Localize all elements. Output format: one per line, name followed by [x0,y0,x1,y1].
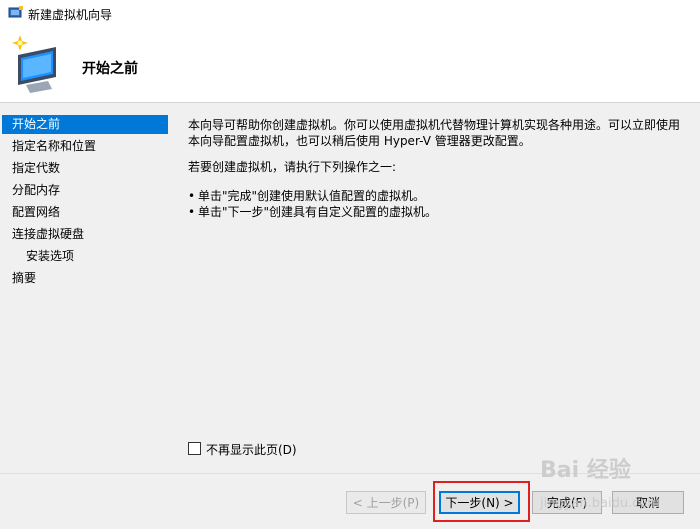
intro-text: 本向导可帮助你创建虚拟机。你可以使用虚拟机代替物理计算机实现各种用途。可以立即使… [188,118,681,148]
page-title: 开始之前 [82,61,138,77]
dont-show-again-label[interactable]: 不再显示此页(D) [206,441,297,458]
previous-button[interactable]: < 上一步(P) [346,491,426,514]
nav-item-summary[interactable]: 摘要 [12,269,36,288]
nav-item-before-you-begin[interactable]: 开始之前 [2,115,168,134]
virtual-machine-icon [8,6,23,18]
nav-item-generation[interactable]: 指定代数 [12,159,60,178]
instruction-text: 若要创建虚拟机，请执行下列操作之一: [188,160,397,174]
option-list: 单击"完成"创建使用默认值配置的虚拟机。 单击"下一步"创建具有自定义配置的虚拟… [188,188,688,220]
finish-button[interactable]: 完成(F) [532,491,602,514]
nav-item-name-location[interactable]: 指定名称和位置 [12,137,96,156]
wizard-header: 开始之前 [0,27,700,103]
nav-item-memory[interactable]: 分配内存 [12,181,60,200]
next-button[interactable]: 下一步(N) > [439,491,520,514]
title-bar: 新建虚拟机向导 [0,0,700,28]
new-vm-monitor-icon [12,35,56,93]
cancel-button[interactable]: 取消 [612,491,684,514]
button-bar: < 上一步(P) 下一步(N) > 完成(F) 取消 [0,473,700,529]
wizard-content: 本向导可帮助你创建虚拟机。你可以使用虚拟机代替物理计算机实现各种用途。可以立即使… [188,117,688,220]
window-title: 新建虚拟机向导 [28,8,113,22]
list-item: 单击"下一步"创建具有自定义配置的虚拟机。 [188,204,688,220]
list-item: 单击"完成"创建使用默认值配置的虚拟机。 [188,188,688,204]
nav-item-network[interactable]: 配置网络 [12,203,60,222]
nav-item-virtual-disk[interactable]: 连接虚拟硬盘 [12,225,84,244]
wizard-body: 开始之前 指定名称和位置 指定代数 分配内存 配置网络 连接虚拟硬盘 安装选项 … [0,103,700,473]
dont-show-again-checkbox[interactable] [188,442,201,455]
nav-item-install-options[interactable]: 安装选项 [26,247,74,266]
